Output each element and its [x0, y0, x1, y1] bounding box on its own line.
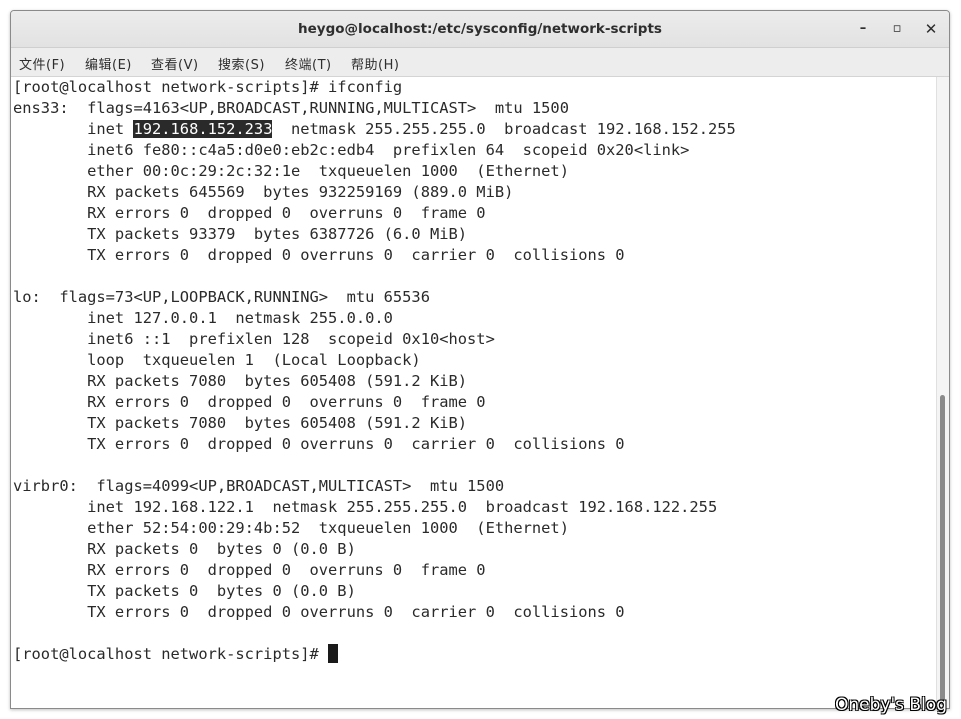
terminal-line: TX packets 7080 bytes 605408 (591.2 KiB): [13, 414, 468, 432]
vertical-scrollbar[interactable]: [936, 77, 949, 708]
terminal-line: [root@localhost network-scripts]# ifconf…: [13, 78, 403, 96]
menu-view[interactable]: 查看(V): [151, 54, 199, 73]
terminal-line: inet6 ::1 prefixlen 128 scopeid 0x10<hos…: [13, 330, 495, 348]
terminal-prompt-line[interactable]: [root@localhost network-scripts]#: [13, 644, 339, 665]
terminal-line: RX packets 645569 bytes 932259169 (889.0…: [13, 183, 514, 201]
menu-search[interactable]: 搜索(S): [218, 54, 265, 73]
terminal-line: RX errors 0 dropped 0 overruns 0 frame 0: [13, 561, 486, 579]
shell-prompt: [root@localhost network-scripts]#: [13, 645, 329, 663]
terminal-line: TX errors 0 dropped 0 overruns 0 carrier…: [13, 435, 625, 453]
terminal-line: TX packets 0 bytes 0 (0.0 B): [13, 582, 356, 600]
terminal-output[interactable]: [root@localhost network-scripts]# ifconf…: [11, 77, 937, 708]
terminal-line: virbr0: flags=4099<UP,BROADCAST,MULTICAS…: [13, 477, 505, 495]
terminal-line: RX errors 0 dropped 0 overruns 0 frame 0: [13, 204, 486, 222]
terminal-window: heygo@localhost:/etc/sysconfig/network-s…: [10, 10, 950, 709]
window-title: heygo@localhost:/etc/sysconfig/network-s…: [298, 21, 662, 37]
terminal-line: loop txqueuelen 1 (Local Loopback): [13, 351, 421, 369]
terminal-line: RX packets 7080 bytes 605408 (591.2 KiB): [13, 372, 468, 390]
terminal-line: inet 192.168.122.1 netmask 255.255.255.0…: [13, 498, 718, 516]
terminal-line: TX errors 0 dropped 0 overruns 0 carrier…: [13, 603, 625, 621]
menu-edit[interactable]: 编辑(E): [85, 54, 132, 73]
title-bar[interactable]: heygo@localhost:/etc/sysconfig/network-s…: [11, 11, 949, 48]
terminal-line: ether 52:54:00:29:4b:52 txqueuelen 1000 …: [13, 519, 569, 537]
watermark-text: Oneby's Blog: [835, 695, 947, 715]
terminal-line: RX errors 0 dropped 0 overruns 0 frame 0: [13, 393, 486, 411]
menu-terminal[interactable]: 终端(T): [285, 54, 332, 73]
minimize-icon[interactable]: –: [851, 18, 875, 40]
text-cursor: [328, 644, 339, 663]
maximize-icon[interactable]: ▫: [885, 18, 909, 40]
close-icon[interactable]: ✕: [919, 18, 943, 40]
scrollbar-thumb[interactable]: [940, 395, 945, 705]
terminal-line: inet 127.0.0.1 netmask 255.0.0.0: [13, 309, 393, 327]
terminal-line: TX errors 0 dropped 0 overruns 0 carrier…: [13, 246, 625, 264]
terminal-line: lo: flags=73<UP,LOOPBACK,RUNNING> mtu 65…: [13, 288, 430, 306]
terminal-line: ens33: flags=4163<UP,BROADCAST,RUNNING,M…: [13, 99, 569, 117]
terminal-line: ether 00:0c:29:2c:32:1e txqueuelen 1000 …: [13, 162, 569, 180]
terminal-line-suffix: netmask 255.255.255.0 broadcast 192.168.…: [272, 120, 736, 138]
menu-file[interactable]: 文件(F): [19, 54, 65, 73]
selected-ip-address[interactable]: 192.168.152.233: [133, 120, 273, 138]
terminal-line: TX packets 93379 bytes 6387726 (6.0 MiB): [13, 225, 468, 243]
terminal-line: inet6 fe80::c4a5:d0e0:eb2c:edb4 prefixle…: [13, 141, 690, 159]
menu-help[interactable]: 帮助(H): [351, 54, 399, 73]
terminal-line-prefix: inet: [13, 120, 134, 138]
menu-bar: 文件(F) 编辑(E) 查看(V) 搜索(S) 终端(T) 帮助(H): [11, 48, 949, 77]
terminal-line: RX packets 0 bytes 0 (0.0 B): [13, 540, 356, 558]
terminal-line-inet-ens33: inet 192.168.152.233 netmask 255.255.255…: [13, 119, 736, 140]
